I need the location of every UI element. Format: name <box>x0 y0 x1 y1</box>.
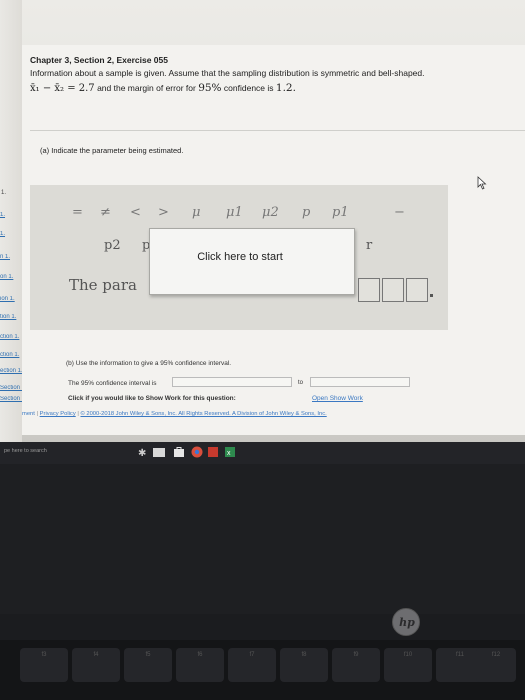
sidebar-number: 1. <box>1 190 7 196</box>
sidebar-item-8[interactable]: ction 1. <box>0 352 24 358</box>
given-text-2: confidence is <box>223 83 274 93</box>
symbol-minus-button[interactable]: − <box>394 205 405 220</box>
symbol-mu1-button[interactable]: μ1 <box>226 205 243 220</box>
symbol-p1-button[interactable]: p1 <box>332 205 349 220</box>
given-confidence: 95% <box>198 82 222 94</box>
click-to-start-text: Click here to start <box>197 251 283 263</box>
click-to-start-overlay[interactable]: Click here to start <box>149 228 355 295</box>
interval-label: The 95% confidence interval is <box>68 380 157 387</box>
key-f6[interactable]: f6 <box>176 648 224 682</box>
given-text-1: and the margin of error for <box>97 83 196 93</box>
period-mark <box>430 294 433 297</box>
key-f10[interactable]: f10 <box>384 648 432 682</box>
answer-box-2[interactable] <box>382 278 404 302</box>
part-b-label: (b) Use the information to give a 95% co… <box>66 360 232 367</box>
symbol-mu-button[interactable]: μ <box>192 205 200 220</box>
section-sidebar: 1. 1. 1. n 1. on 1. ion 1. tion 1. ction… <box>0 0 24 442</box>
sidebar-item-7[interactable]: ction 1. <box>0 334 24 340</box>
file-explorer-icon[interactable] <box>152 446 166 458</box>
instructions-text: Information about a sample is given. Ass… <box>30 68 425 78</box>
key-f7[interactable]: f7 <box>228 648 276 682</box>
key-f8[interactable]: f8 <box>280 648 328 682</box>
given-information: x̄₁ − x̄₂ = 2.7 and the margin of error … <box>30 82 296 94</box>
sidebar-item-1[interactable]: 1. <box>0 212 24 218</box>
sidebar-item-9[interactable]: ection 1. <box>0 368 24 374</box>
laptop-bezel <box>0 464 525 614</box>
symbol-not-equal-button[interactable]: ≠ <box>100 205 111 220</box>
answer-box-3[interactable] <box>406 278 428 302</box>
open-show-work-link[interactable]: Open Show Work <box>312 395 363 402</box>
part-a-label: (a) Indicate the parameter being estimat… <box>40 146 184 155</box>
given-margin: 1.2. <box>275 82 296 94</box>
symbol-p2-button[interactable]: p2 <box>104 238 121 253</box>
symbol-r-button[interactable]: r <box>366 238 372 253</box>
footer-link-1[interactable]: ment <box>22 411 35 417</box>
svg-text:✱: ✱ <box>138 448 146 458</box>
chapter-title: Chapter 3, Section 2, Exercise 055 <box>30 55 168 65</box>
sidebar-item-5[interactable]: ion 1. <box>0 296 24 302</box>
symbol-mu2-button[interactable]: μ2 <box>262 205 279 220</box>
symbol-less-than-button[interactable]: < <box>130 205 141 220</box>
key-f4[interactable]: f4 <box>72 648 120 682</box>
sidebar-item-6[interactable]: tion 1. <box>0 314 24 320</box>
interval-upper-input[interactable] <box>310 377 410 387</box>
sidebar-item-11[interactable]: Section 1. <box>0 396 24 402</box>
key-f5[interactable]: f5 <box>124 648 172 682</box>
taskbar-search-box[interactable]: pe here to search <box>4 448 47 454</box>
sidebar-item-3[interactable]: n 1. <box>0 254 24 260</box>
divider <box>30 130 525 131</box>
hp-logo: hp <box>392 608 420 636</box>
given-expression: x̄₁ − x̄₂ = 2.7 <box>30 83 95 94</box>
mouse-cursor-icon <box>477 176 487 190</box>
interval-to-text: to <box>298 380 304 386</box>
symbol-greater-than-button[interactable]: > <box>158 205 169 220</box>
key-f3[interactable]: f3 <box>20 648 68 682</box>
screen: 1. 1. 1. n 1. on 1. ion 1. tion 1. ction… <box>0 0 525 442</box>
page-footer: ment | Privacy Policy | © 2000-2018 John… <box>22 411 327 417</box>
chrome-icon[interactable] <box>190 446 204 458</box>
red-app-icon[interactable] <box>207 446 219 458</box>
sidebar-item-2[interactable]: 1. <box>0 231 24 237</box>
sidebar-item-4[interactable]: on 1. <box>0 274 24 280</box>
svg-text:x: x <box>227 450 231 457</box>
edge-icon[interactable]: ✱ <box>137 446 147 458</box>
symbol-p-button[interactable]: p <box>302 205 310 220</box>
excel-icon[interactable]: x <box>224 446 236 458</box>
parameter-statement: The para <box>69 276 137 294</box>
sidebar-item-10[interactable]: Section 1. <box>0 385 24 391</box>
taskbar: pe here to search <box>0 442 525 464</box>
privacy-policy-link[interactable]: Privacy Policy <box>40 411 76 417</box>
symbol-equals-button[interactable]: = <box>72 205 83 220</box>
exercise-content: Chapter 3, Section 2, Exercise 055 Infor… <box>22 45 525 435</box>
interval-lower-input[interactable] <box>172 377 292 387</box>
store-icon[interactable] <box>172 446 186 458</box>
key-f9[interactable]: f9 <box>332 648 380 682</box>
answer-box-1[interactable] <box>358 278 380 302</box>
show-work-prompt: Click if you would like to Show Work for… <box>68 395 236 402</box>
key-f12[interactable]: f12 <box>476 648 516 682</box>
copyright-text[interactable]: © 2000-2018 John Wiley & Sons, Inc. All … <box>80 411 326 417</box>
